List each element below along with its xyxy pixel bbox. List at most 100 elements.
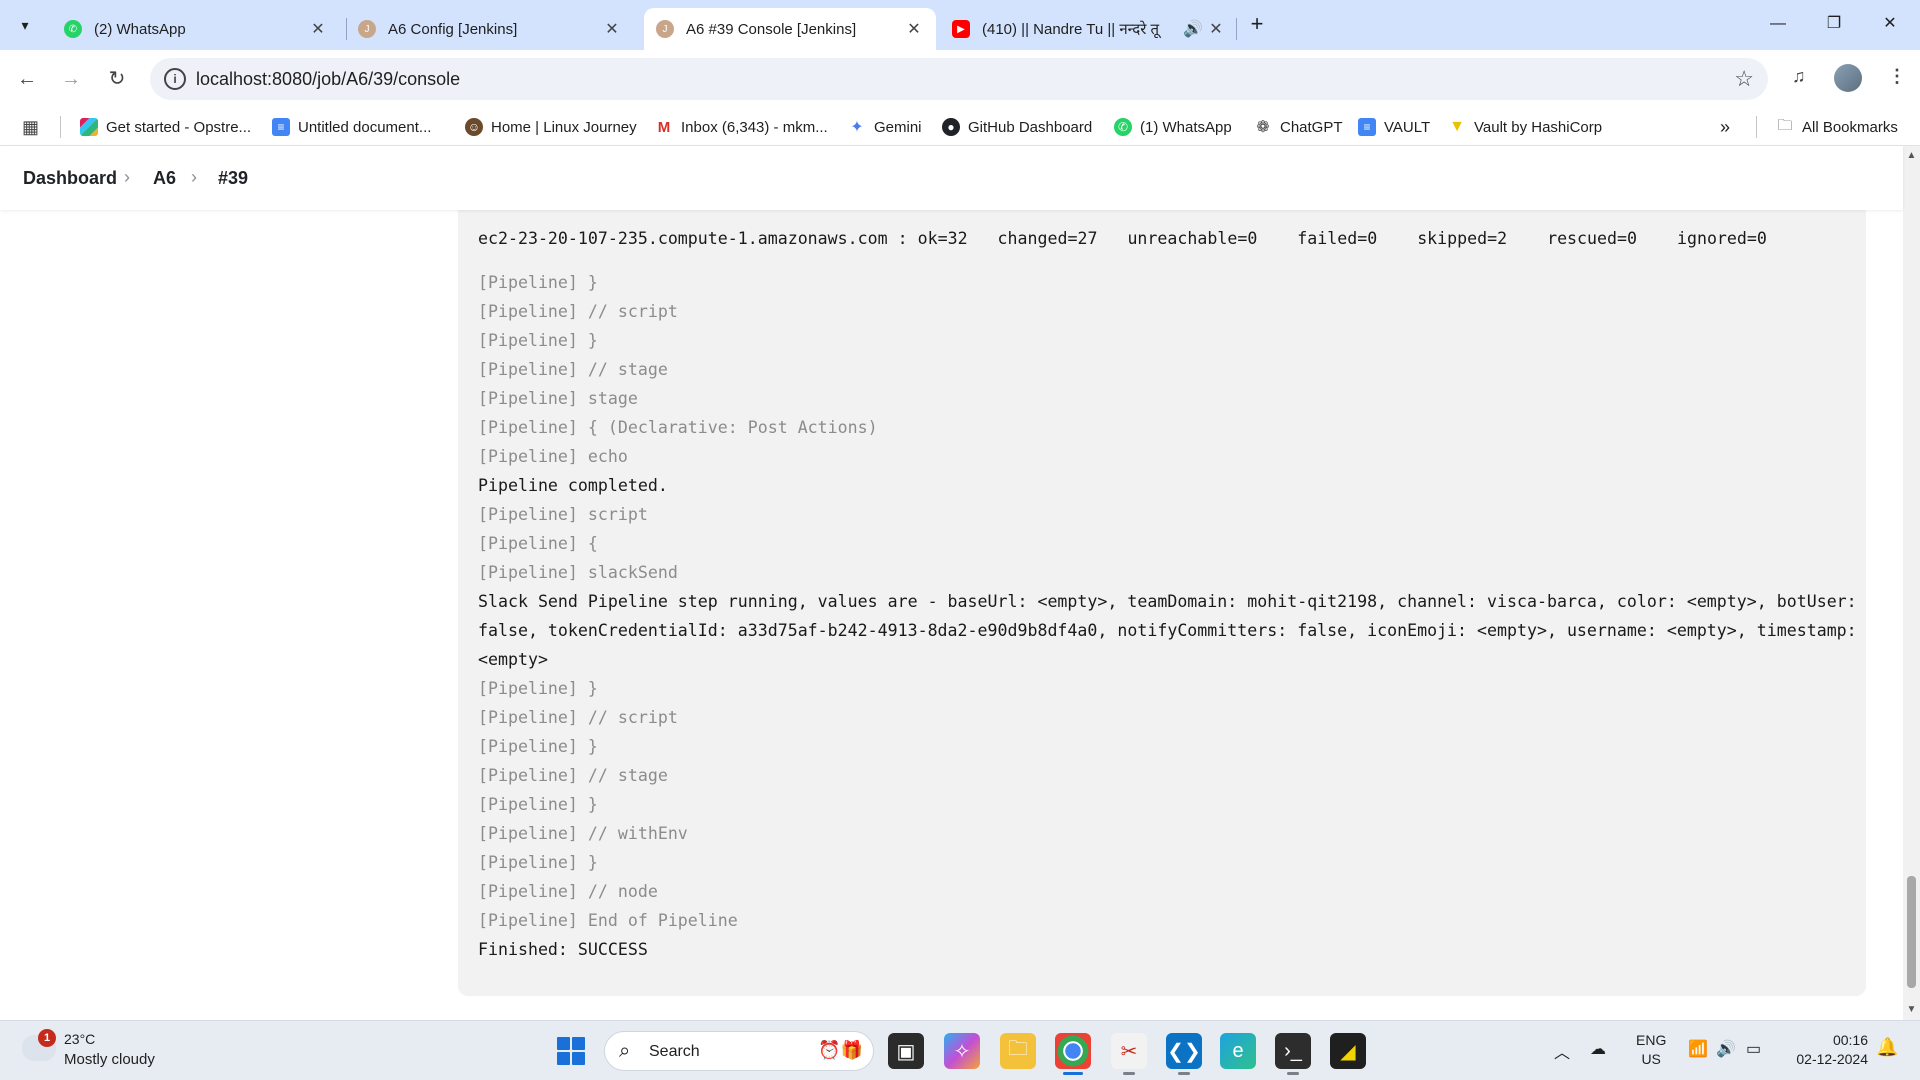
console-line: [Pipeline] }: [478, 737, 598, 756]
bookmark-vault-hashicorp[interactable]: ▼ Vault by HashiCorp: [1448, 116, 1602, 138]
minimize-icon[interactable]: —: [1758, 8, 1798, 40]
breadcrumb-chevron-icon: ›: [191, 167, 197, 187]
close-window-icon[interactable]: ✕: [1870, 8, 1910, 40]
bookmark-gmail-inbox[interactable]: M Inbox (6,343) - mkm...: [655, 116, 828, 138]
page-scrollbar[interactable]: ▲ ▼: [1903, 146, 1920, 1020]
console-line: [Pipeline] // node: [478, 882, 658, 901]
running-indicator: [1063, 1072, 1083, 1075]
console-line: [Pipeline] // script: [478, 302, 678, 321]
bookmark-divider: [1756, 116, 1757, 138]
volume-icon[interactable]: 🔊: [1716, 1039, 1736, 1059]
tab-title: A6 Config [Jenkins]: [388, 20, 518, 38]
edge-icon[interactable]: e: [1220, 1033, 1256, 1069]
site-info-icon[interactable]: i: [164, 68, 186, 90]
search-label: Search: [649, 1043, 700, 1060]
menu-kebab-icon[interactable]: ⋮: [1888, 66, 1906, 87]
vscode-icon[interactable]: ❮❯: [1166, 1033, 1202, 1075]
back-icon[interactable]: ←: [12, 64, 42, 94]
sticky-notes-icon[interactable]: ◢: [1330, 1033, 1366, 1069]
tab-youtube[interactable]: ▶ (410) || Nandre Tu || नन्दरे तू 🔊 ✕: [940, 8, 1238, 50]
system-clock[interactable]: 00:16 02-12-2024: [1788, 1031, 1868, 1069]
close-tab-icon[interactable]: ✕: [1206, 19, 1226, 39]
apps-grid-icon[interactable]: ▦: [22, 116, 39, 138]
profile-avatar[interactable]: [1834, 64, 1862, 92]
wifi-icon[interactable]: 📶: [1688, 1039, 1708, 1059]
console-line: [Pipeline] }: [478, 795, 598, 814]
start-tile: [572, 1037, 585, 1050]
more-bookmarks-icon[interactable]: »: [1720, 116, 1730, 138]
breadcrumb-chevron-icon: ›: [124, 167, 130, 187]
file-explorer-icon[interactable]: 🗀: [1000, 1033, 1036, 1069]
chrome-icon[interactable]: [1055, 1033, 1091, 1075]
google-docs-icon: ≡: [1358, 118, 1376, 136]
youtube-icon: ▶: [952, 20, 970, 38]
url-text[interactable]: localhost:8080/job/A6/39/console: [196, 69, 460, 90]
recap-colon: :: [897, 229, 908, 248]
bookmark-label: Get started - Opstre...: [106, 118, 252, 136]
console-line: [Pipeline] }: [478, 853, 598, 872]
recap-rescued: rescued=0: [1547, 229, 1637, 248]
taskbar-search[interactable]: ⌕ Search ⏰🎁: [604, 1031, 874, 1071]
close-tab-icon[interactable]: ✕: [904, 19, 924, 39]
copilot-icon[interactable]: ✧: [944, 1033, 980, 1069]
ansible-play-recap: ec2-23-20-107-235.compute-1.amazonaws.co…: [478, 229, 1767, 248]
bookmark-whatsapp[interactable]: ✆ (1) WhatsApp: [1114, 116, 1232, 138]
weather-badge: 1: [38, 1029, 56, 1047]
start-button[interactable]: [557, 1037, 585, 1065]
bookmark-chatgpt[interactable]: ❁ ChatGPT: [1254, 116, 1343, 138]
console-line: [Pipeline] slackSend: [478, 563, 678, 582]
breadcrumb-dashboard[interactable]: Dashboard: [23, 168, 117, 189]
breadcrumb-build-39[interactable]: #39: [218, 168, 248, 189]
chevrons-right-icon: »: [1720, 116, 1731, 137]
console-line: [Pipeline] stage: [478, 389, 638, 408]
task-view-icon[interactable]: ▣: [888, 1033, 924, 1069]
battery-icon[interactable]: ▭: [1746, 1039, 1761, 1059]
tab-whatsapp[interactable]: ✆ (2) WhatsApp ✕: [52, 8, 340, 50]
scroll-down-icon[interactable]: ▼: [1905, 1004, 1918, 1015]
bookmark-opstree[interactable]: Get started - Opstre...: [80, 116, 251, 138]
terminal-icon[interactable]: ›_: [1275, 1033, 1311, 1075]
scroll-up-icon[interactable]: ▲: [1905, 150, 1918, 161]
speaker-icon[interactable]: 🔊: [1180, 19, 1206, 39]
breadcrumb-job-a6[interactable]: A6: [153, 168, 176, 189]
breadcrumb: Dashboard › A6 › #39: [0, 146, 1903, 210]
restore-icon[interactable]: ❐: [1814, 8, 1854, 40]
start-tile: [557, 1052, 570, 1065]
reload-icon[interactable]: ↻: [102, 64, 132, 94]
gemini-icon: ✦: [848, 118, 866, 136]
scrollbar-thumb[interactable]: [1907, 876, 1916, 988]
recap-failed: failed=0: [1297, 229, 1378, 248]
show-hidden-icons-chevron-icon[interactable]: ︿: [1554, 1039, 1570, 1063]
close-tab-icon[interactable]: ✕: [602, 19, 622, 39]
bookmark-star-icon[interactable]: ☆: [1734, 66, 1754, 92]
tab-search-chevron-icon[interactable]: ▾: [10, 10, 40, 40]
all-bookmarks-button[interactable]: 🗀 All Bookmarks: [1776, 116, 1898, 138]
input-language[interactable]: ENG US: [1636, 1031, 1666, 1069]
bookmark-linux-journey[interactable]: ☺ Home | Linux Journey: [465, 116, 637, 138]
weather-desc[interactable]: Mostly cloudy: [64, 1051, 155, 1068]
weather-temp[interactable]: 23°C: [64, 1031, 95, 1047]
recap-unreachable: unreachable=0: [1127, 229, 1258, 248]
onedrive-icon[interactable]: ☁: [1590, 1039, 1606, 1059]
console-line: [Pipeline] }: [478, 331, 598, 350]
forward-icon[interactable]: →: [56, 64, 86, 94]
notification-bell-icon[interactable]: 🔔: [1876, 1037, 1898, 1058]
bookmark-label: ChatGPT: [1280, 118, 1343, 136]
bookmark-github[interactable]: ● GitHub Dashboard: [942, 116, 1092, 138]
search-highlight-icon: ⏰🎁: [818, 1040, 863, 1060]
snipping-tool-icon[interactable]: ✂: [1111, 1033, 1147, 1075]
bookmark-gemini[interactable]: ✦ Gemini: [848, 116, 922, 138]
tab-a6-console[interactable]: J A6 #39 Console [Jenkins] ✕: [644, 8, 936, 50]
bookmark-vault[interactable]: ≡ VAULT: [1358, 116, 1430, 138]
bookmark-untitled-doc[interactable]: ≡ Untitled document...: [272, 116, 431, 138]
google-docs-icon: ≡: [272, 118, 290, 136]
running-indicator: [1287, 1072, 1299, 1075]
new-tab-icon[interactable]: +: [1244, 12, 1270, 38]
recap-skipped: skipped=2: [1417, 229, 1508, 248]
lang-code: ENG: [1636, 1032, 1667, 1048]
media-controls-icon[interactable]: ♫: [1792, 66, 1806, 87]
tab-a6-config[interactable]: J A6 Config [Jenkins] ✕: [346, 8, 634, 50]
close-tab-icon[interactable]: ✕: [308, 19, 328, 39]
address-bar[interactable]: i localhost:8080/job/A6/39/console ☆: [150, 58, 1768, 100]
console-line: [Pipeline] {: [478, 534, 598, 553]
